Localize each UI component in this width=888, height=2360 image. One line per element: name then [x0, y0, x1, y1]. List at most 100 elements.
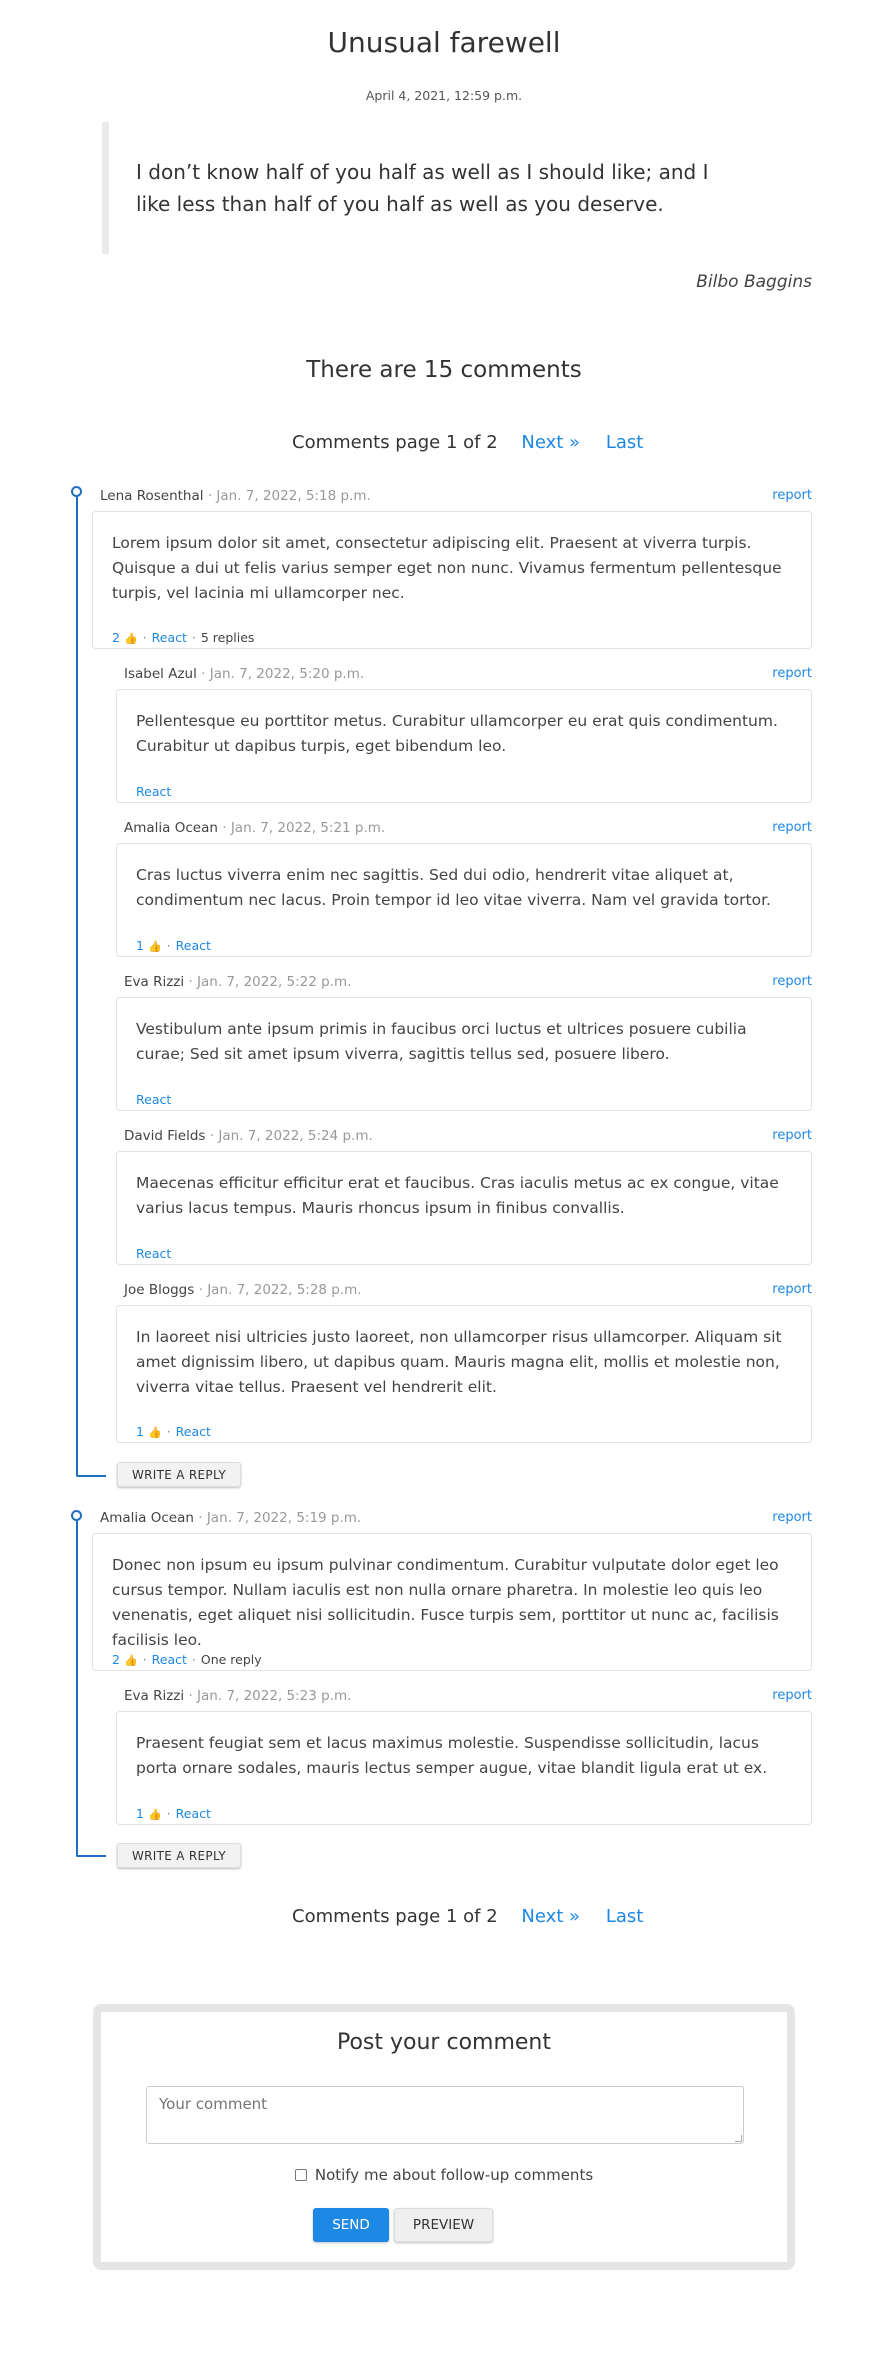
reply-actions: React [136, 784, 171, 799]
thumbs-up-icon: 👍 [123, 632, 138, 645]
report-link[interactable]: report [772, 1688, 812, 1703]
pagination-top: Comments page 1 of 2 Next » Last [292, 432, 643, 453]
reply-text: Maecenas efficitur efficitur erat et fau… [136, 1174, 779, 1217]
last-page-link[interactable]: Last [606, 1906, 644, 1927]
reply-header: David Fields · Jan. 7, 2022, 5:24 p.m. [124, 1128, 373, 1144]
comment-textarea[interactable] [146, 2086, 744, 2144]
notify-option: Notify me about follow-up comments [101, 2166, 787, 2184]
like-count[interactable]: 1 👍 [136, 1806, 162, 1821]
report-link[interactable]: report [772, 820, 812, 835]
react-link[interactable]: React [176, 1424, 211, 1439]
page: Unusual farewell April 4, 2021, 12:59 p.… [0, 0, 888, 2360]
reply-header: Joe Bloggs · Jan. 7, 2022, 5:28 p.m. [124, 1282, 362, 1298]
quote-author: Bilbo Baggins [696, 272, 812, 292]
reply-box: Praesent feugiat sem et lacus maximus mo… [116, 1711, 812, 1825]
comment-text: Donec non ipsum eu ipsum pulvinar condim… [112, 1556, 779, 1649]
write-reply-button[interactable]: WRITE A REPLY [117, 1462, 241, 1487]
reply-actions: 1 👍 · React [136, 938, 211, 953]
thumbs-up-icon: 👍 [123, 1654, 138, 1667]
reply-header: Eva Rizzi · Jan. 7, 2022, 5:22 p.m. [124, 974, 352, 990]
reply-author: Eva Rizzi [124, 1688, 185, 1704]
reply-header: Isabel Azul · Jan. 7, 2022, 5:20 p.m. [124, 666, 365, 682]
reply-header: Amalia Ocean · Jan. 7, 2022, 5:21 p.m. [124, 820, 386, 836]
react-link[interactable]: React [176, 1806, 211, 1821]
write-reply-button[interactable]: WRITE A REPLY [117, 1843, 241, 1868]
pagination-text: Comments page 1 of 2 [292, 432, 498, 453]
report-link[interactable]: report [772, 1282, 812, 1297]
reply-text: In laoreet nisi ultricies justo laoreet,… [136, 1328, 782, 1396]
reply-author: Eva Rizzi [124, 974, 185, 990]
comment-date: Jan. 7, 2022, 5:19 p.m. [206, 1510, 362, 1526]
reply-header: Eva Rizzi · Jan. 7, 2022, 5:23 p.m. [124, 1688, 352, 1704]
reply-text: Vestibulum ante ipsum primis in faucibus… [136, 1020, 747, 1063]
comment-date: Jan. 7, 2022, 5:18 p.m. [216, 488, 371, 504]
reply-text: Praesent feugiat sem et lacus maximus mo… [136, 1734, 768, 1777]
pagination-text: Comments page 1 of 2 [292, 1906, 498, 1927]
thumbs-up-icon: 👍 [147, 940, 162, 953]
react-link[interactable]: React [152, 1652, 187, 1667]
comment-header: Amalia Ocean · Jan. 7, 2022, 5:19 p.m. [100, 1510, 362, 1526]
comment-actions: 2 👍 · React · 5 replies [112, 630, 255, 645]
notify-checkbox[interactable] [294, 2169, 307, 2181]
report-link[interactable]: report [772, 974, 812, 989]
article-date: April 4, 2021, 12:59 p.m. [365, 88, 523, 103]
reply-date: Jan. 7, 2022, 5:21 p.m. [230, 820, 386, 836]
report-link[interactable]: report [772, 488, 812, 503]
next-page-link[interactable]: Next » [521, 1906, 580, 1927]
react-link[interactable]: React [176, 938, 211, 953]
reply-date: Jan. 7, 2022, 5:24 p.m. [218, 1128, 373, 1144]
send-button[interactable]: SEND [313, 2208, 389, 2242]
thread-dot [71, 1510, 82, 1521]
reply-date: Jan. 7, 2022, 5:22 p.m. [197, 974, 352, 990]
replies-count[interactable]: One reply [201, 1652, 262, 1667]
reply-author: Isabel Azul [124, 666, 197, 682]
reply-author: David Fields [124, 1128, 206, 1144]
reply-text: Pellentesque eu porttitor metus. Curabit… [136, 712, 778, 755]
reply-box: Pellentesque eu porttitor metus. Curabit… [116, 689, 812, 803]
comment-text: Lorem ipsum dolor sit amet, consectetur … [112, 534, 782, 602]
report-link[interactable]: report [772, 1128, 812, 1143]
next-page-link[interactable]: Next » [521, 432, 580, 453]
reply-date: Jan. 7, 2022, 5:23 p.m. [197, 1688, 352, 1704]
comment-box: Donec non ipsum eu ipsum pulvinar condim… [92, 1533, 812, 1671]
resize-handle-icon[interactable] [735, 2135, 742, 2142]
like-count[interactable]: 2 👍 [112, 630, 138, 645]
react-link[interactable]: React [136, 1092, 171, 1107]
like-count[interactable]: 1 👍 [136, 1424, 162, 1439]
preview-button[interactable]: PREVIEW [394, 2208, 493, 2242]
reply-box: Cras luctus viverra enim nec sagittis. S… [116, 843, 812, 957]
reply-text: Cras luctus viverra enim nec sagittis. S… [136, 866, 771, 909]
react-link[interactable]: React [152, 630, 187, 645]
comment-author: Lena Rosenthal [100, 488, 204, 504]
reply-box: Maecenas efficitur efficitur erat et fau… [116, 1151, 812, 1265]
quote-text: I don’t know half of you half as well as… [136, 160, 709, 216]
post-form-title: Post your comment [336, 2030, 551, 2055]
last-page-link[interactable]: Last [606, 432, 644, 453]
post-comment-form: Post your comment Notify me about follow… [93, 2004, 795, 2270]
reply-actions: 1 👍 · React [136, 1424, 211, 1439]
reply-actions: React [136, 1246, 171, 1261]
react-link[interactable]: React [136, 1246, 171, 1261]
pagination-bottom: Comments page 1 of 2 Next » Last [292, 1906, 643, 1927]
thread-dot [71, 486, 82, 497]
comment-author: Amalia Ocean [100, 1510, 194, 1526]
article-title: Unusual farewell [327, 26, 561, 59]
reply-date: Jan. 7, 2022, 5:28 p.m. [207, 1282, 362, 1298]
thumbs-up-icon: 👍 [147, 1808, 162, 1821]
reply-author: Joe Bloggs [124, 1282, 195, 1298]
report-link[interactable]: report [772, 1510, 812, 1525]
reply-box: Vestibulum ante ipsum primis in faucibus… [116, 997, 812, 1111]
react-link[interactable]: React [136, 784, 171, 799]
replies-count[interactable]: 5 replies [201, 630, 255, 645]
notify-label[interactable]: Notify me about follow-up comments [315, 2166, 593, 2184]
comments-count: There are 15 comments [306, 357, 582, 383]
like-count[interactable]: 1 👍 [136, 938, 162, 953]
comment-header: Lena Rosenthal · Jan. 7, 2022, 5:18 p.m. [100, 488, 371, 504]
reply-date: Jan. 7, 2022, 5:20 p.m. [209, 666, 365, 682]
reply-actions: 1 👍 · React [136, 1806, 211, 1821]
report-link[interactable]: report [772, 666, 812, 681]
comment-box: Lorem ipsum dolor sit amet, consectetur … [92, 511, 812, 649]
blockquote: I don’t know half of you half as well as… [102, 122, 720, 254]
like-count[interactable]: 2 👍 [112, 1652, 138, 1667]
reply-author: Amalia Ocean [124, 820, 218, 836]
